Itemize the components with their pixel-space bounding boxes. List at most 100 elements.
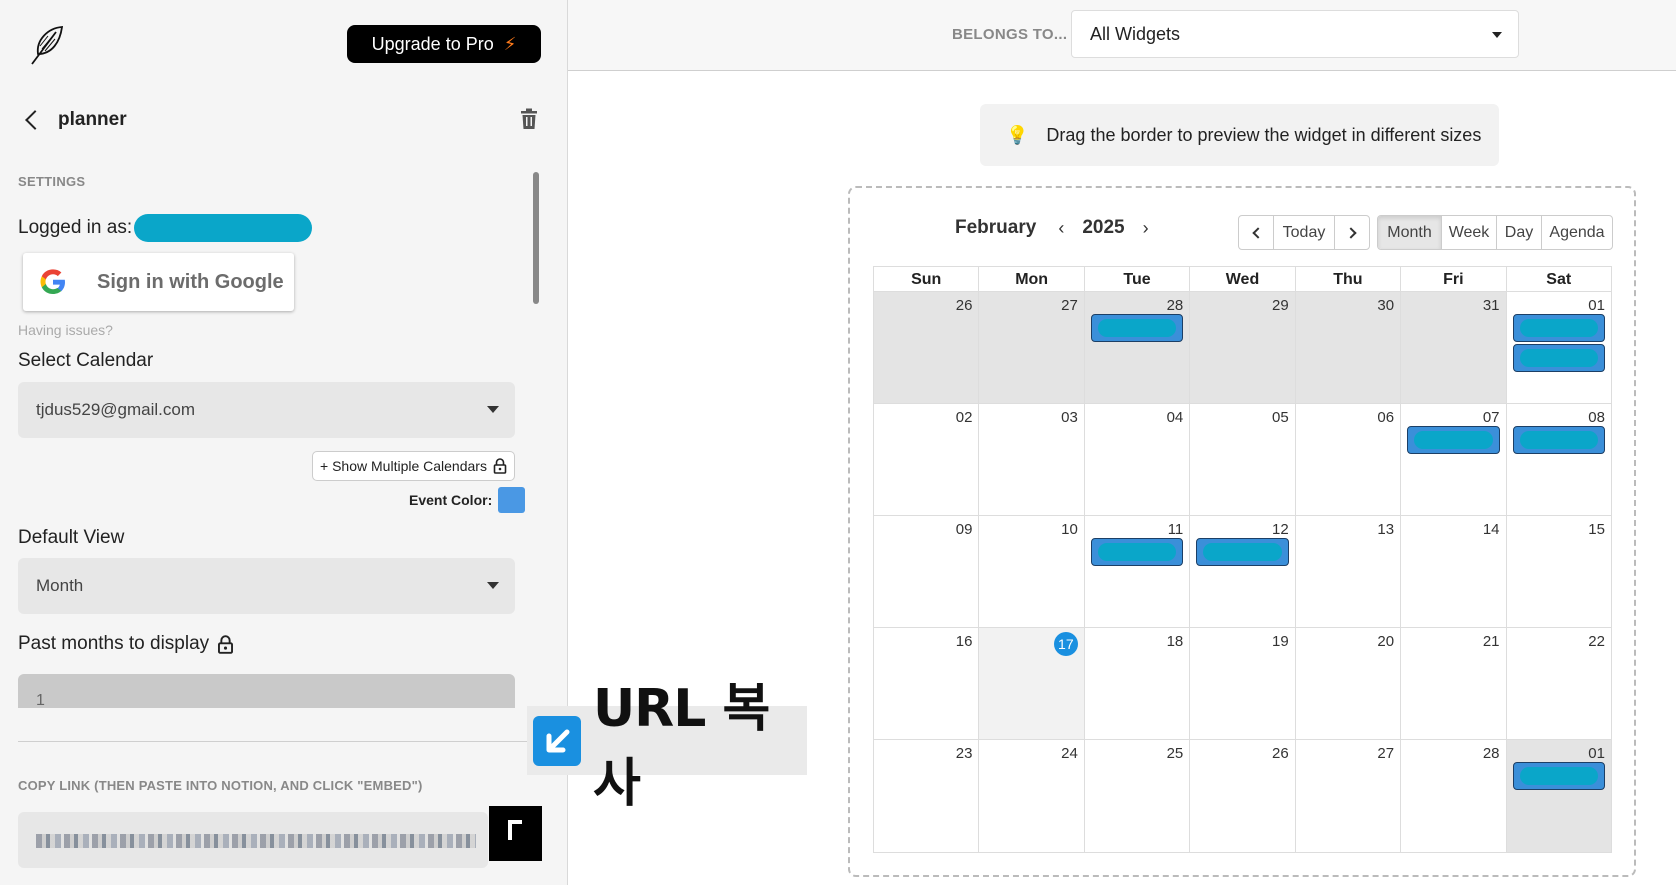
view-week-button[interactable]: Week	[1442, 216, 1497, 249]
calendar-day-cell[interactable]: 09	[874, 516, 980, 627]
next-year-chevron-icon[interactable]: ›	[1143, 218, 1149, 239]
view-month-button[interactable]: Month	[1378, 216, 1442, 249]
calendar-day-cell[interactable]: 18	[1085, 628, 1191, 739]
day-number[interactable]: 21	[1483, 633, 1500, 650]
calendar-day-cell[interactable]: 13	[1296, 516, 1402, 627]
day-number[interactable]: 19	[1272, 633, 1289, 650]
calendar-day-cell[interactable]: 01	[1506, 740, 1611, 852]
calendar-day-cell[interactable]: 01	[1507, 292, 1611, 403]
calendar-day-cell[interactable]: 17	[979, 628, 1085, 739]
calendar-event[interactable]	[1407, 426, 1500, 454]
day-number[interactable]: 12	[1272, 521, 1289, 538]
sidebar-scrollbar[interactable]	[533, 172, 539, 304]
day-number[interactable]: 15	[1588, 521, 1605, 538]
calendar-day-cell[interactable]: 06	[1296, 404, 1402, 515]
event-color-swatch[interactable]	[498, 487, 526, 513]
calendar-day-cell[interactable]: 26	[1190, 740, 1296, 852]
day-number[interactable]: 26	[956, 297, 973, 314]
trash-icon[interactable]	[520, 108, 538, 130]
having-issues-link[interactable]: Having issues?	[18, 322, 113, 338]
day-number[interactable]: 13	[1377, 521, 1394, 538]
calendar-day-cell[interactable]: 21	[1401, 628, 1507, 739]
calendar-day-cell[interactable]: 31	[1401, 292, 1507, 403]
day-number[interactable]: 06	[1377, 409, 1394, 426]
feather-logo-icon[interactable]	[26, 24, 66, 66]
day-number[interactable]: 05	[1272, 409, 1289, 426]
day-number[interactable]: 28	[1483, 745, 1500, 762]
day-number[interactable]: 30	[1377, 297, 1394, 314]
day-number[interactable]: 08	[1588, 409, 1605, 426]
upgrade-to-pro-button[interactable]: Upgrade to Pro ⚡	[347, 25, 541, 63]
day-number[interactable]: 02	[956, 409, 973, 426]
prev-year-chevron-icon[interactable]: ‹	[1058, 218, 1064, 239]
day-number[interactable]: 04	[1167, 409, 1184, 426]
calendar-day-cell[interactable]: 03	[979, 404, 1085, 515]
belongs-to-select[interactable]: All Widgets	[1071, 10, 1519, 58]
back-chevron-icon[interactable]	[25, 110, 45, 130]
calendar-day-cell[interactable]: 28	[1401, 740, 1507, 852]
today-date-badge[interactable]: 17	[1053, 632, 1078, 656]
calendar-day-cell[interactable]: 23	[874, 740, 980, 852]
calendar-day-cell[interactable]: 24	[979, 740, 1085, 852]
calendar-day-cell[interactable]: 04	[1085, 404, 1191, 515]
day-number[interactable]: 07	[1483, 409, 1500, 426]
view-day-button[interactable]: Day	[1497, 216, 1542, 249]
prev-period-button[interactable]	[1239, 216, 1274, 249]
day-number[interactable]: 27	[1377, 745, 1394, 762]
day-number[interactable]: 29	[1272, 297, 1289, 314]
day-number[interactable]: 09	[956, 521, 973, 538]
calendar-day-cell[interactable]: 27	[1296, 740, 1402, 852]
day-number[interactable]: 14	[1483, 521, 1500, 538]
view-agenda-button[interactable]: Agenda	[1542, 216, 1612, 249]
next-period-button[interactable]	[1335, 216, 1369, 249]
day-number[interactable]: 26	[1272, 745, 1289, 762]
day-number[interactable]: 10	[1061, 521, 1078, 538]
calendar-event[interactable]	[1512, 344, 1605, 372]
day-number[interactable]: 20	[1377, 633, 1394, 650]
calendar-day-cell[interactable]: 27	[979, 292, 1085, 403]
show-multiple-calendars-button[interactable]: + Show Multiple Calendars	[312, 451, 515, 481]
day-number[interactable]: 11	[1168, 521, 1184, 538]
calendar-day-cell[interactable]: 25	[1085, 740, 1191, 852]
calendar-day-cell[interactable]: 20	[1296, 628, 1402, 739]
copy-link-button[interactable]	[489, 806, 542, 861]
day-number[interactable]: 01	[1588, 745, 1605, 762]
default-view-select[interactable]: Month	[18, 558, 515, 614]
embed-link-field[interactable]	[18, 812, 488, 868]
calendar-day-cell[interactable]: 19	[1190, 628, 1296, 739]
day-number[interactable]: 01	[1588, 297, 1605, 314]
calendar-event[interactable]	[1090, 314, 1184, 342]
calendar-event[interactable]	[1196, 538, 1289, 566]
day-number[interactable]: 03	[1061, 409, 1078, 426]
day-number[interactable]: 22	[1588, 633, 1605, 650]
day-number[interactable]: 23	[956, 745, 973, 762]
calendar-event[interactable]	[1090, 538, 1184, 566]
calendar-day-cell[interactable]: 05	[1190, 404, 1296, 515]
day-number[interactable]: 25	[1167, 745, 1184, 762]
today-button[interactable]: Today	[1274, 216, 1335, 249]
google-signin-button[interactable]: Sign in with Google	[23, 253, 294, 311]
calendar-day-cell[interactable]: 02	[874, 404, 980, 515]
calendar-event[interactable]	[1512, 426, 1605, 454]
past-months-input[interactable]: 1	[18, 674, 515, 708]
day-number[interactable]: 28	[1167, 297, 1184, 314]
calendar-event[interactable]	[1512, 314, 1605, 342]
calendar-day-cell[interactable]: 12	[1190, 516, 1296, 627]
calendar-day-cell[interactable]: 11	[1085, 516, 1191, 627]
day-number[interactable]: 18	[1167, 633, 1184, 650]
calendar-day-cell[interactable]: 26	[874, 292, 980, 403]
calendar-day-cell[interactable]: 08	[1507, 404, 1611, 515]
calendar-select[interactable]: tjdus529@gmail.com	[18, 382, 515, 438]
calendar-event[interactable]	[1512, 762, 1605, 790]
calendar-day-cell[interactable]: 10	[979, 516, 1085, 627]
day-number[interactable]: 27	[1061, 297, 1078, 314]
calendar-day-cell[interactable]: 28	[1084, 292, 1191, 403]
calendar-day-cell[interactable]: 22	[1507, 628, 1611, 739]
calendar-day-cell[interactable]: 30	[1295, 292, 1402, 403]
calendar-day-cell[interactable]: 16	[874, 628, 980, 739]
day-number[interactable]: 16	[956, 633, 973, 650]
calendar-day-cell[interactable]: 14	[1401, 516, 1507, 627]
calendar-day-cell[interactable]: 29	[1190, 292, 1296, 403]
calendar-day-cell[interactable]: 15	[1507, 516, 1611, 627]
day-number[interactable]: 31	[1483, 297, 1500, 314]
